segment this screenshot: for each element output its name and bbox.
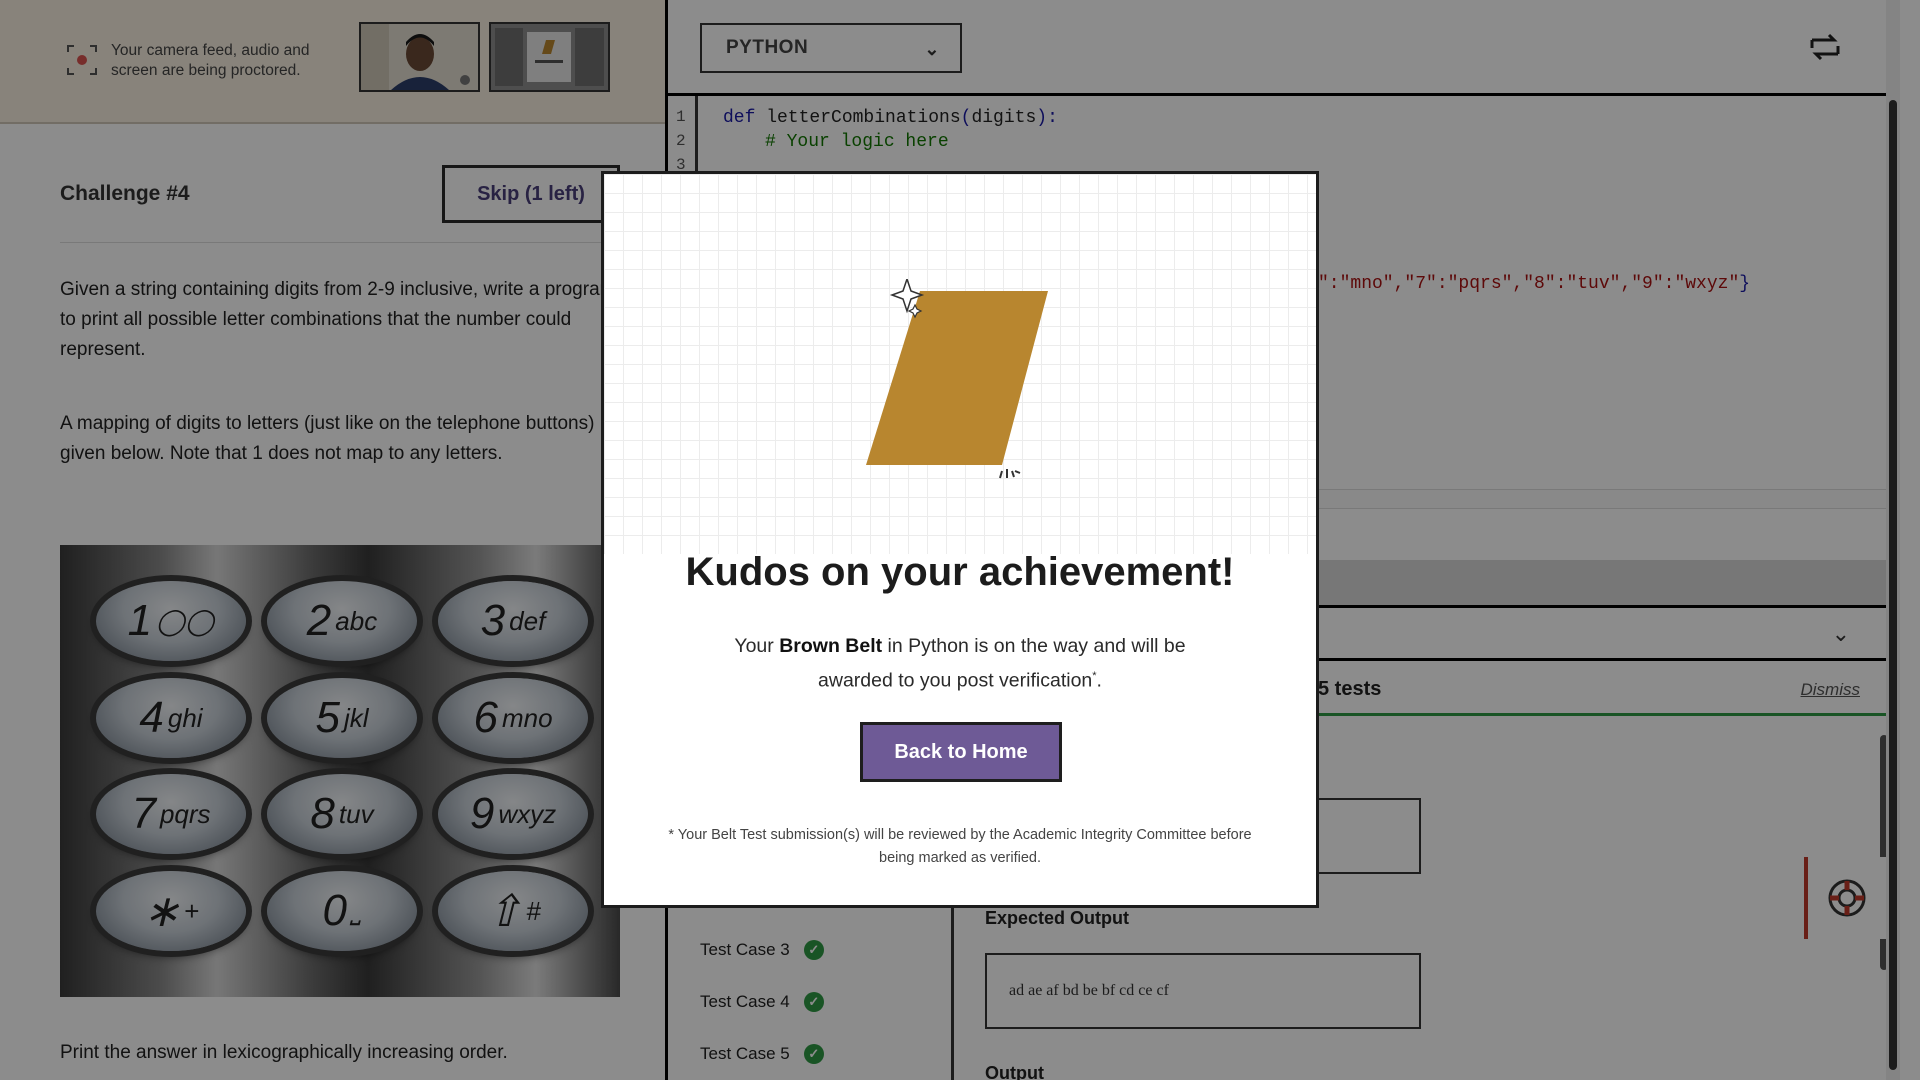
modal-illustration-area: [604, 174, 1316, 554]
modal-message: Your Brown Belt in Python is on the way …: [734, 635, 1186, 692]
achievement-modal: Kudos on your achievement! Your Brown Be…: [601, 171, 1319, 908]
back-to-home-button[interactable]: Back to Home: [860, 722, 1062, 782]
modal-title: Kudos on your achievement!: [685, 550, 1235, 594]
brown-belt-icon: [866, 279, 1048, 479]
belt-name: Brown Belt: [779, 635, 883, 657]
verification-footnote: * Your Belt Test submission(s) will be r…: [668, 827, 1252, 866]
